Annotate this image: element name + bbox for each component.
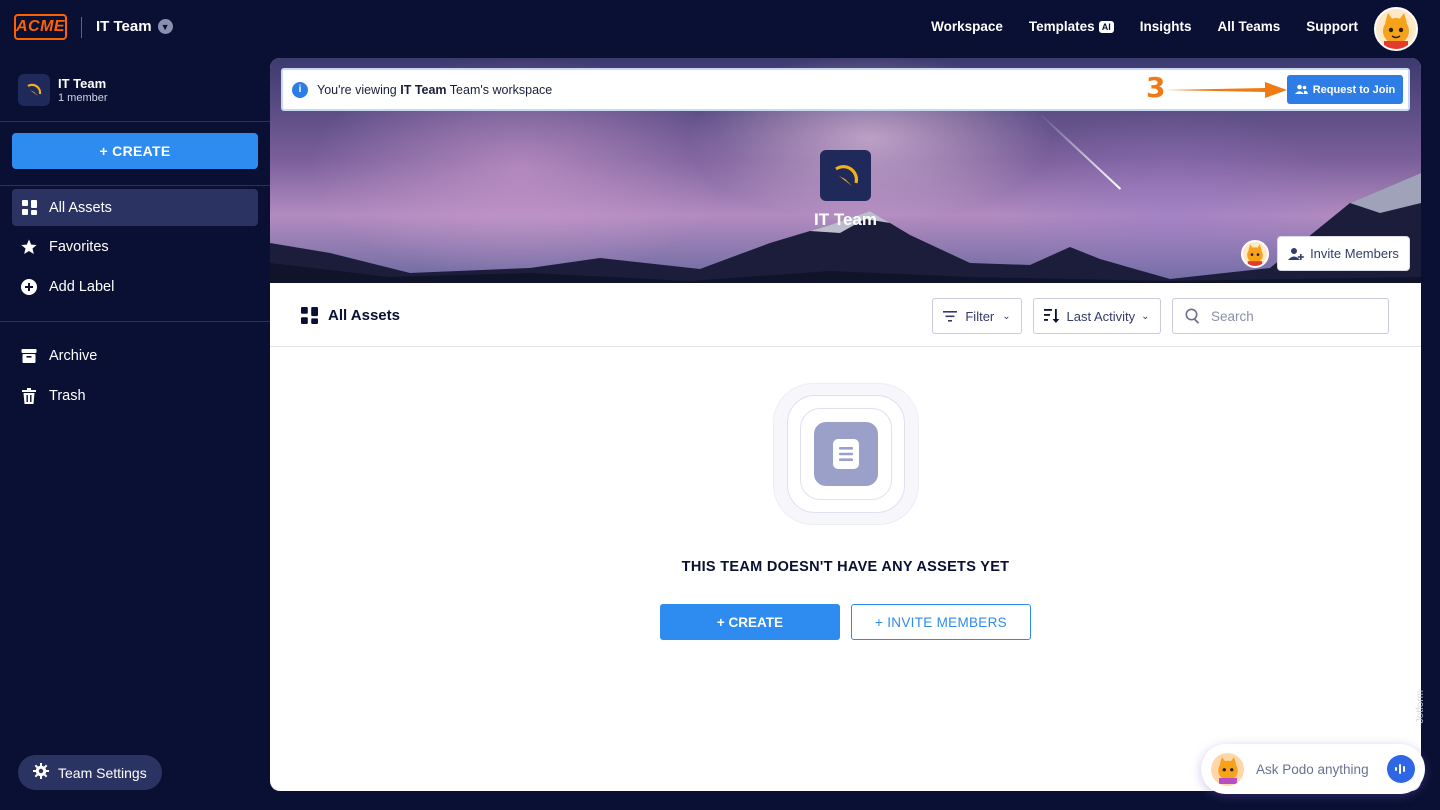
empty-state-illustration xyxy=(773,383,919,525)
sidebar-item-archive[interactable]: Archive xyxy=(12,337,258,374)
cat-avatar-icon xyxy=(1247,244,1263,266)
cat-avatar-icon xyxy=(1383,13,1409,49)
member-avatar[interactable] xyxy=(1241,240,1269,268)
team-settings-label: Team Settings xyxy=(58,764,147,781)
nav-workspace[interactable]: Workspace xyxy=(931,19,1003,34)
sidebar-item-trash[interactable]: Trash xyxy=(12,377,258,414)
team-cover: i You're viewing IT Team Team's workspac… xyxy=(270,58,1421,283)
sidebar-item-add-label[interactable]: Add Label xyxy=(12,268,258,305)
trash-icon xyxy=(21,387,37,404)
illustration-ring xyxy=(787,395,905,513)
empty-invite-members-button[interactable]: + INVITE MEMBERS xyxy=(851,604,1031,640)
sidebar-item-label: Favorites xyxy=(49,238,109,255)
filter-icon xyxy=(943,310,958,322)
sidebar-item-label: Add Label xyxy=(49,278,115,295)
hero-team-name: IT Team xyxy=(814,210,877,229)
jotform-watermark: Jotform xyxy=(1415,690,1426,724)
ask-podo-widget[interactable]: Ask Podo anything xyxy=(1201,744,1425,794)
top-bar: ACME IT Team ▼ Workspace Templates AI Ins… xyxy=(0,0,1440,58)
sidebar-team-members: 1 member xyxy=(58,92,108,104)
filter-button[interactable]: Filter ⌄ xyxy=(932,298,1022,334)
chevron-down-icon: ⌄ xyxy=(1002,310,1011,322)
nav-all-teams[interactable]: All Teams xyxy=(1217,19,1280,34)
sidebar: IT Team 1 member + CREATE All Assets Fav… xyxy=(0,58,270,810)
gear-icon xyxy=(33,763,49,782)
document-icon xyxy=(814,422,878,486)
notice-suffix: Team's workspace xyxy=(446,82,553,97)
create-button[interactable]: + CREATE xyxy=(12,133,258,169)
sort-dropdown[interactable]: Last Activity ⌄ xyxy=(1033,298,1161,334)
assets-toolbar: All Assets Filter ⌄ Last Activity ⌄ xyxy=(270,283,1421,347)
logo-divider xyxy=(81,17,82,38)
team-switcher-label: IT Team xyxy=(96,18,152,35)
top-nav: Workspace Templates AI Insights All Teams… xyxy=(931,19,1358,34)
nav-support[interactable]: Support xyxy=(1306,19,1358,34)
team-switcher[interactable]: IT Team ▼ xyxy=(96,18,173,35)
info-icon: i xyxy=(292,81,308,98)
assets-title-label: All Assets xyxy=(328,307,400,324)
notice-text: You're viewing IT Team Team's workspace xyxy=(317,83,552,97)
sidebar-item-label: Archive xyxy=(49,347,98,364)
sidebar-divider xyxy=(0,185,270,186)
assets-title: All Assets xyxy=(301,307,400,324)
users-icon xyxy=(1294,84,1308,94)
sidebar-team-name: IT Team xyxy=(58,76,107,91)
sidebar-divider xyxy=(0,121,270,122)
nav-templates[interactable]: Templates AI xyxy=(1029,19,1114,34)
empty-create-button[interactable]: + CREATE xyxy=(660,604,840,640)
chevron-down-icon: ⌄ xyxy=(1141,310,1150,322)
add-user-icon xyxy=(1288,247,1304,260)
podo-avatar xyxy=(1211,752,1244,786)
search-input[interactable] xyxy=(1211,308,1371,324)
sidebar-item-all-assets[interactable]: All Assets xyxy=(12,189,258,226)
step-number-annotation: 3 xyxy=(1146,71,1166,104)
request-to-join-label: Request to Join xyxy=(1312,83,1396,96)
podo-cat-icon xyxy=(1217,757,1238,784)
team-logo-icon xyxy=(18,74,50,106)
sort-icon xyxy=(1044,309,1060,323)
star-icon xyxy=(21,239,37,255)
notice-prefix: You're viewing xyxy=(317,82,401,97)
notice-team-name: IT Team xyxy=(400,82,447,97)
team-settings-button[interactable]: Team Settings xyxy=(18,755,162,790)
illustration-ring xyxy=(800,408,892,500)
hero-team-logo-icon xyxy=(820,150,871,201)
chevron-down-icon: ▼ xyxy=(157,19,173,34)
search-icon xyxy=(1185,308,1200,324)
ai-badge: AI xyxy=(1098,21,1114,33)
sidebar-item-label: All Assets xyxy=(49,199,112,216)
voice-icon[interactable] xyxy=(1387,755,1415,783)
annotation-arrow-icon xyxy=(1165,82,1287,98)
nav-templates-label: Templates xyxy=(1028,19,1095,34)
podo-prompt: Ask Podo anything xyxy=(1256,761,1369,777)
request-to-join-button[interactable]: Request to Join xyxy=(1287,75,1403,104)
grid-icon xyxy=(21,200,37,216)
user-avatar[interactable] xyxy=(1374,7,1418,51)
sort-label: Last Activity xyxy=(1066,308,1136,324)
sidebar-team[interactable]: IT Team 1 member xyxy=(18,74,108,106)
archive-icon xyxy=(21,348,37,364)
search-box[interactable] xyxy=(1172,298,1389,334)
grid-icon xyxy=(301,307,318,324)
invite-members-label: Invite Members xyxy=(1310,246,1399,261)
plus-circle-icon xyxy=(21,278,37,295)
sidebar-item-favorites[interactable]: Favorites xyxy=(12,228,258,265)
sidebar-divider xyxy=(0,321,270,322)
acme-logo[interactable]: ACME xyxy=(14,14,67,40)
nav-insights[interactable]: Insights xyxy=(1140,19,1192,34)
empty-state-title: THIS TEAM DOESN'T HAVE ANY ASSETS YET xyxy=(681,559,1010,575)
invite-members-button[interactable]: Invite Members xyxy=(1277,236,1410,271)
main-content: i You're viewing IT Team Team's workspac… xyxy=(270,58,1421,791)
filter-label: Filter xyxy=(965,308,995,324)
sidebar-item-label: Trash xyxy=(49,387,86,404)
